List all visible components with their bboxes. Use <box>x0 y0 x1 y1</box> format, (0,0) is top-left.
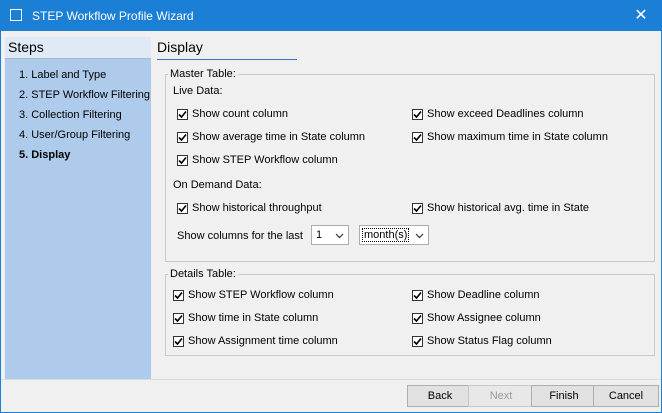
details-deadline-checkbox[interactable]: Show Deadline column <box>412 289 540 301</box>
steps-header: Steps <box>5 37 151 59</box>
cancel-button[interactable]: Cancel <box>593 385 659 407</box>
check-icon <box>413 110 422 118</box>
checkbox-box[interactable] <box>177 108 188 120</box>
checkbox-label: Show Assignment time column <box>188 335 338 347</box>
checkbox-box[interactable] <box>173 289 184 301</box>
show-historical-throughput-checkbox[interactable]: Show historical throughput <box>177 202 322 214</box>
chevron-down-icon <box>335 233 344 239</box>
show-step-workflow-checkbox[interactable]: Show STEP Workflow column <box>177 154 338 166</box>
step-workflow-filtering: 2. STEP Workflow Filtering <box>19 89 151 101</box>
check-icon <box>178 110 187 118</box>
checkbox-label: Show exceed Deadlines column <box>427 108 584 120</box>
checkbox-label: Show Status Flag column <box>427 335 552 347</box>
checkbox-box[interactable] <box>173 312 184 324</box>
check-icon <box>174 314 183 322</box>
show-average-time-checkbox[interactable]: Show average time in State column <box>177 131 365 143</box>
checkbox-label: Show count column <box>192 108 288 120</box>
checkbox-box[interactable] <box>412 202 423 214</box>
details-table-legend: Details Table: <box>168 268 238 280</box>
period-label: Show columns for the last <box>177 230 303 242</box>
period-count-dropdown[interactable]: 1 <box>311 225 349 245</box>
title-bar[interactable]: STEP Workflow Profile Wizard ✕ <box>1 1 661 31</box>
checkbox-label: Show STEP Workflow column <box>192 154 338 166</box>
check-icon <box>178 156 187 164</box>
check-icon <box>413 133 422 141</box>
checkbox-box[interactable] <box>412 312 423 324</box>
details-assignment-time-checkbox[interactable]: Show Assignment time column <box>173 335 338 347</box>
step-display: 5. Display <box>19 149 71 161</box>
steps-panel: Steps 1. Label and Type 2. STEP Workflow… <box>5 37 151 379</box>
checkbox-box[interactable] <box>173 335 184 347</box>
checkbox-label: Show historical throughput <box>192 202 322 214</box>
step-collection-filtering: 3. Collection Filtering <box>19 109 122 121</box>
checkbox-box[interactable] <box>412 131 423 143</box>
app-icon <box>10 9 22 21</box>
check-icon <box>174 337 183 345</box>
details-step-workflow-checkbox[interactable]: Show STEP Workflow column <box>173 289 334 301</box>
show-count-column-checkbox[interactable]: Show count column <box>177 108 288 120</box>
show-maximum-time-checkbox[interactable]: Show maximum time in State column <box>412 131 608 143</box>
checkbox-label: Show STEP Workflow column <box>188 289 334 301</box>
check-icon <box>413 314 422 322</box>
check-icon <box>413 291 422 299</box>
check-icon <box>178 204 187 212</box>
checkbox-label: Show historical avg. time in State <box>427 202 590 214</box>
checkbox-box[interactable] <box>412 289 423 301</box>
window-title: STEP Workflow Profile Wizard <box>32 9 194 23</box>
close-icon: ✕ <box>634 7 648 24</box>
show-exceed-deadlines-checkbox[interactable]: Show exceed Deadlines column <box>412 108 584 120</box>
check-icon <box>174 291 183 299</box>
details-assignee-checkbox[interactable]: Show Assignee column <box>412 312 541 324</box>
footer-separator <box>1 379 661 380</box>
on-demand-data-label: On Demand Data: <box>173 179 262 191</box>
step-user-group-filtering: 4. User/Group Filtering <box>19 129 131 141</box>
show-historical-avg-time-checkbox[interactable]: Show historical avg. time in State <box>412 202 589 214</box>
title-underline <box>157 59 297 60</box>
details-status-flag-checkbox[interactable]: Show Status Flag column <box>412 335 552 347</box>
details-time-in-state-checkbox[interactable]: Show time in State column <box>173 312 318 324</box>
check-icon <box>178 133 187 141</box>
checkbox-label: Show average time in State column <box>192 131 366 143</box>
checkbox-label: Show time in State column <box>188 312 319 324</box>
close-button[interactable]: ✕ <box>621 1 661 31</box>
checkbox-label: Show Assignee column <box>427 312 541 324</box>
checkbox-box[interactable] <box>177 202 188 214</box>
next-button[interactable]: Next <box>468 385 534 407</box>
checkbox-box[interactable] <box>412 108 423 120</box>
finish-button[interactable]: Finish <box>531 385 597 407</box>
step-label-and-type: 1. Label and Type <box>19 69 107 81</box>
check-icon <box>413 204 422 212</box>
period-unit-dropdown[interactable]: month(s) <box>359 225 429 245</box>
period-unit-value: month(s) <box>362 228 410 242</box>
back-button[interactable]: Back <box>407 385 473 407</box>
check-icon <box>413 337 422 345</box>
chevron-down-icon <box>415 233 424 239</box>
checkbox-box[interactable] <box>177 131 188 143</box>
checkbox-label: Show maximum time in State column <box>427 131 608 143</box>
checkbox-label: Show Deadline column <box>427 289 540 301</box>
checkbox-box[interactable] <box>177 154 188 166</box>
live-data-label: Live Data: <box>173 85 223 97</box>
master-table-legend: Master Table: <box>168 68 238 80</box>
checkbox-box[interactable] <box>412 335 423 347</box>
wizard-window: STEP Workflow Profile Wizard ✕ Steps 1. … <box>0 0 662 413</box>
period-count-value: 1 <box>316 229 323 241</box>
page-title: Display <box>157 39 203 55</box>
